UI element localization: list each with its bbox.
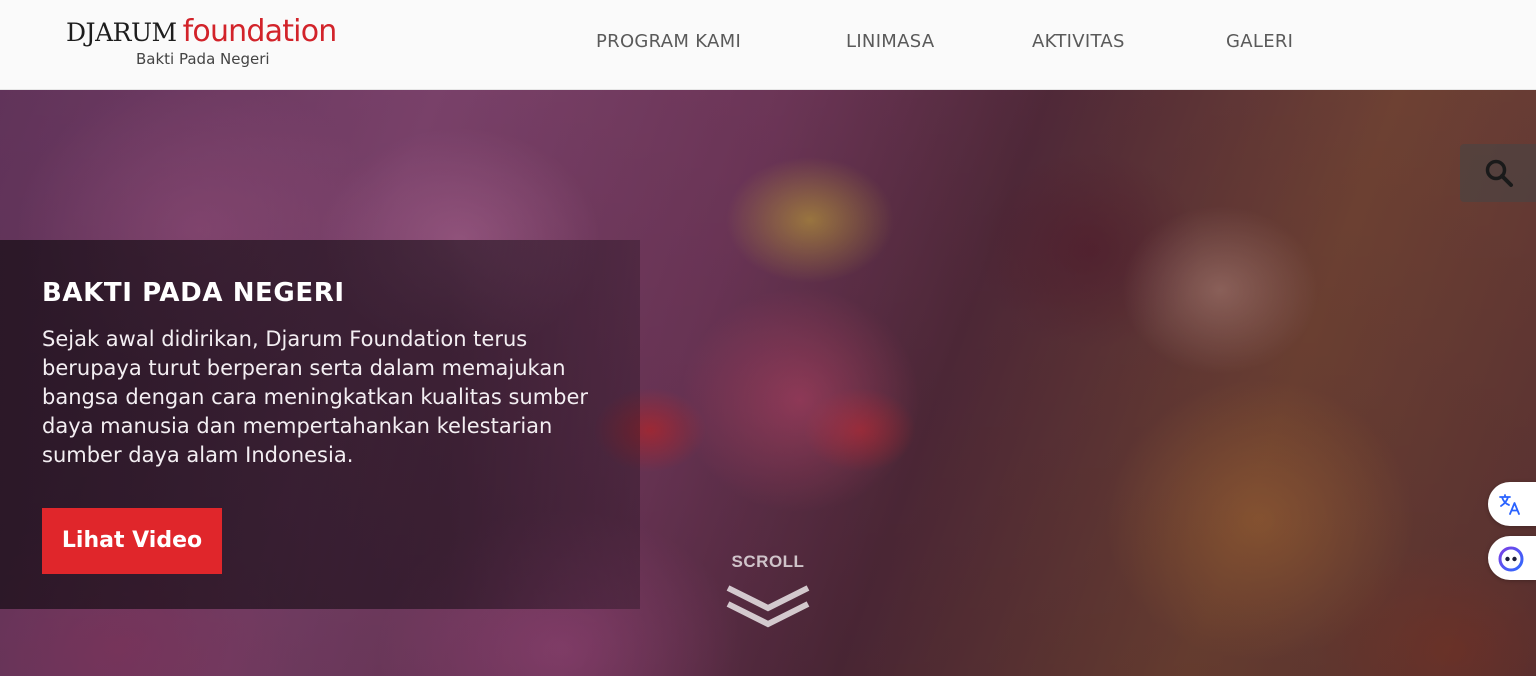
scroll-label: SCROLL	[731, 552, 805, 571]
translate-icon	[1499, 494, 1520, 515]
nav-item-program-kami[interactable]: PROGRAM KAMI	[596, 31, 741, 52]
search-button[interactable]	[1460, 144, 1536, 202]
double-chevron-down-icon	[726, 585, 810, 628]
nav-item-linimasa[interactable]: LINIMASA	[846, 31, 934, 52]
hero-banner: BAKTI PADA NEGERI Sejak awal didirikan, …	[0, 90, 1536, 676]
assistant-widget-button[interactable]	[1488, 536, 1536, 580]
scroll-indicator[interactable]: SCROLL	[708, 552, 828, 636]
nav-item-aktivitas[interactable]: AKTIVITAS	[1032, 31, 1125, 52]
main-nav: PROGRAM KAMI LINIMASA AKTIVITAS GALERI	[0, 31, 1536, 55]
nav-item-galeri[interactable]: GALERI	[1226, 31, 1293, 52]
site-header: DJARUM foundation Bakti Pada Negeri PROGR…	[0, 0, 1536, 90]
translate-widget-button[interactable]	[1488, 482, 1536, 526]
hero-title: BAKTI PADA NEGERI	[42, 278, 345, 308]
search-icon	[1485, 159, 1513, 187]
watch-video-button[interactable]: Lihat Video	[42, 508, 222, 574]
hero-text-panel: BAKTI PADA NEGERI Sejak awal didirikan, …	[0, 240, 640, 609]
assistant-icon	[1498, 546, 1524, 572]
hero-description: Sejak awal didirikan, Djarum Foundation …	[42, 327, 589, 467]
